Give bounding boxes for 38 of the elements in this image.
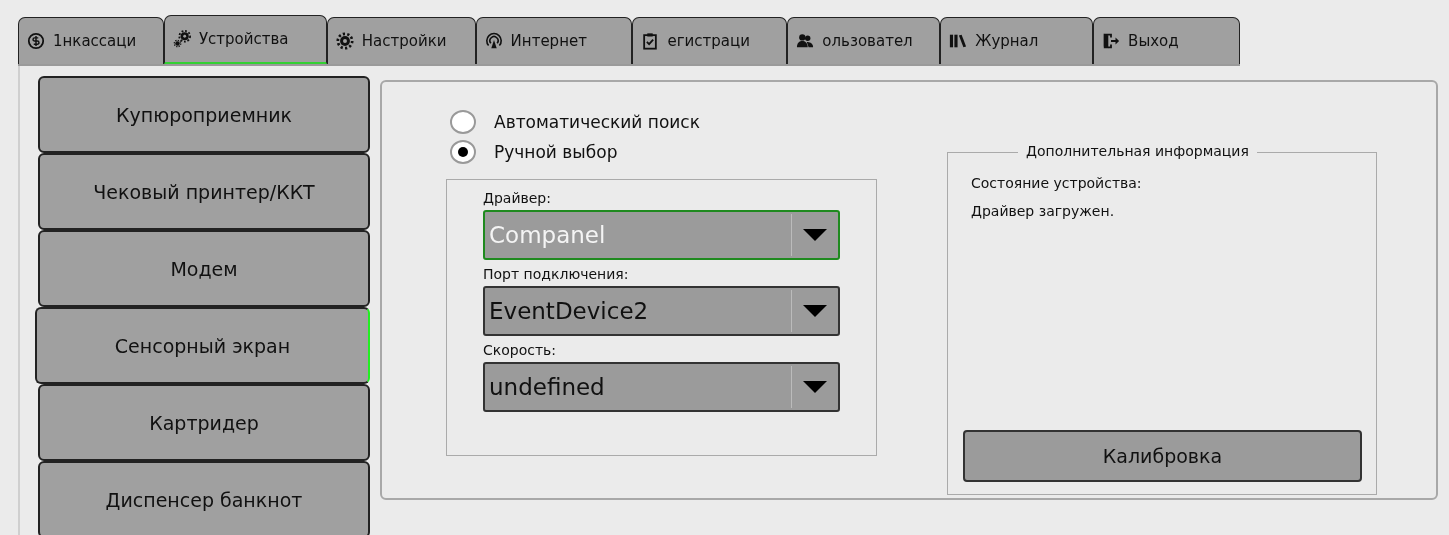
field-label: Драйвер: [483, 190, 552, 206]
field-label: Скорость: [483, 342, 558, 358]
info-text: Драйвер загружен. [971, 203, 1116, 219]
device-button[interactable]: Картридер [38, 384, 370, 461]
dollar-icon [27, 32, 45, 50]
calibrate-button[interactable]: Калибровка [963, 430, 1362, 482]
tab[interactable]: Устройства [163, 15, 327, 64]
tab[interactable]: Настройки [326, 17, 476, 64]
device-button[interactable]: Диспенсер банкнот [38, 461, 370, 535]
radio-button[interactable] [450, 110, 476, 134]
device-button[interactable]: Купюроприемник [38, 76, 370, 153]
gear-icon [335, 32, 354, 50]
tab[interactable]: ользовател [787, 17, 941, 64]
tab[interactable]: Интернет [475, 17, 633, 64]
device-button[interactable]: Модем [38, 230, 370, 307]
gears-icon [172, 30, 191, 48]
group-title: Дополнительная информация [1018, 143, 1257, 159]
radio-button[interactable] [450, 140, 476, 164]
books-icon [949, 32, 968, 50]
clipboard-icon [641, 32, 660, 50]
caret-icon [803, 229, 827, 241]
tab[interactable]: 1нкассаци [18, 17, 164, 64]
dropdown[interactable]: undefined [483, 362, 840, 412]
field-label: Порт подключения: [483, 266, 630, 282]
radio-label[interactable]: Ручной выбор [494, 142, 618, 162]
tab[interactable]: Выход [1093, 17, 1240, 64]
exit-icon [1102, 32, 1121, 50]
device-button[interactable]: Сенсорный экран [35, 307, 370, 384]
caret-icon [803, 305, 827, 317]
tab[interactable]: егистраци [632, 17, 788, 64]
users-icon [796, 32, 815, 50]
caret-icon [803, 381, 827, 393]
antenna-icon [484, 32, 503, 50]
device-button[interactable]: Чековый принтер/ККТ [38, 153, 370, 230]
radio-label[interactable]: Автоматический поиск [494, 112, 700, 132]
dropdown[interactable]: EventDevice2 [483, 286, 840, 336]
tab[interactable]: Журнал [940, 17, 1094, 64]
info-text: Состояние устройства: [971, 175, 1143, 191]
